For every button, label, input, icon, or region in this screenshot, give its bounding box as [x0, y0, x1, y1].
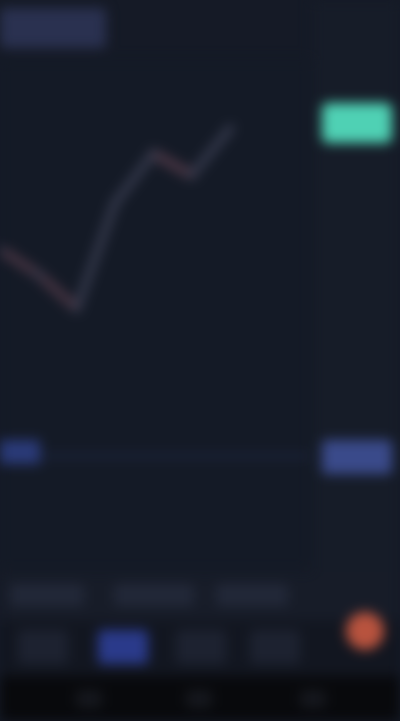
timeframe-option-1[interactable]	[10, 584, 84, 606]
price-line-handle[interactable]	[0, 440, 40, 464]
back-icon[interactable]	[76, 690, 102, 708]
tab-1[interactable]	[18, 630, 68, 664]
series-point	[34, 270, 43, 279]
recents-icon[interactable]	[300, 690, 326, 708]
current-price-tag	[322, 103, 392, 143]
series-point	[149, 149, 158, 158]
series-line-highlight	[0, 245, 81, 313]
tab-4[interactable]	[250, 630, 300, 664]
profile-avatar[interactable]	[346, 612, 384, 650]
timeframe-option-3[interactable]	[216, 584, 288, 606]
series-point	[187, 171, 196, 180]
trading-app-screen	[0, 0, 400, 721]
tab-2-active[interactable]	[98, 630, 148, 664]
series-line-highlight-peak	[148, 148, 197, 180]
series-point	[111, 199, 119, 207]
tab-3[interactable]	[176, 630, 226, 664]
price-axis[interactable]	[312, 0, 400, 580]
timeframe-option-2[interactable]	[114, 584, 194, 606]
price-chart[interactable]	[0, 0, 310, 580]
price-line[interactable]	[0, 455, 310, 457]
series-point	[72, 304, 81, 313]
price-line-tag[interactable]	[322, 440, 392, 474]
home-icon[interactable]	[186, 690, 212, 708]
blurred-content	[0, 0, 400, 721]
series-point	[226, 124, 234, 133]
series-line	[0, 125, 234, 312]
